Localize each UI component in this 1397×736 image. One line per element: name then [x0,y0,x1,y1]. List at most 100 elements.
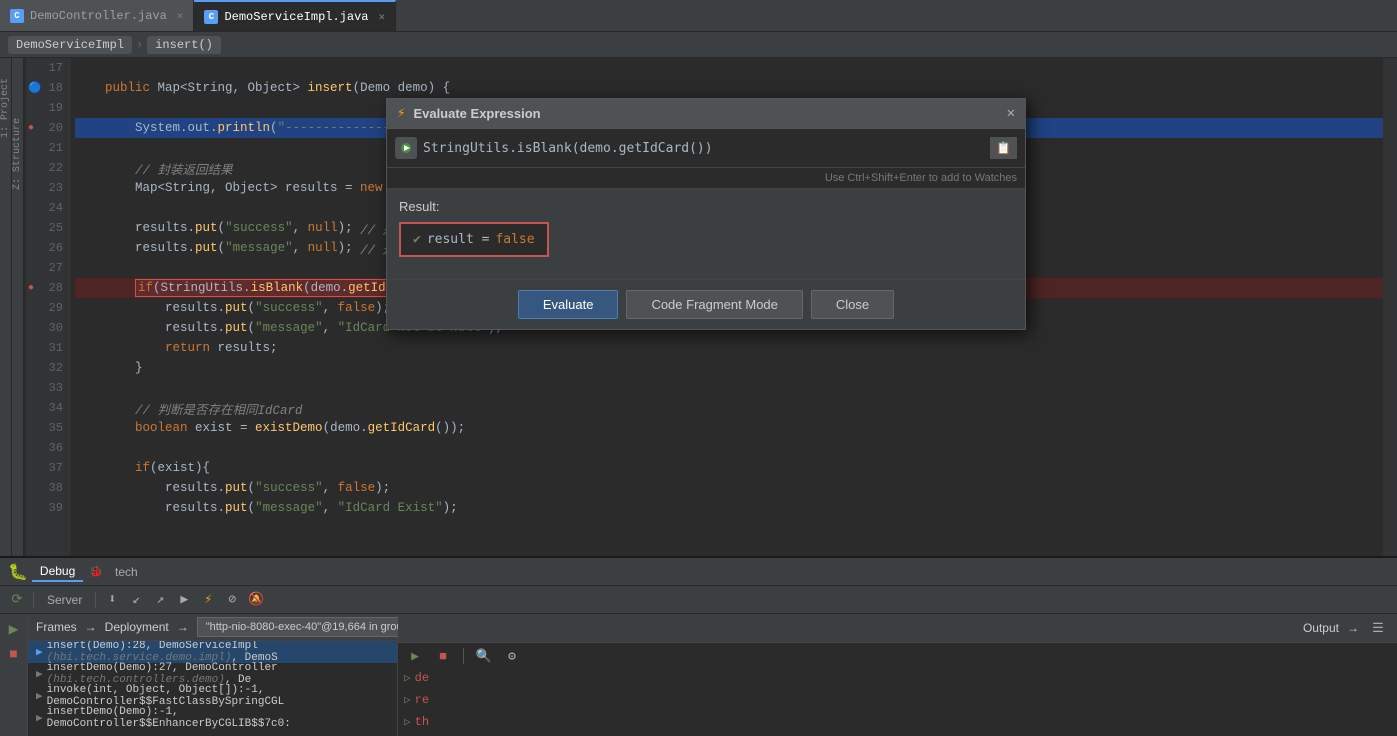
output-arrow: → [1347,621,1359,635]
eval-close-button[interactable]: ✕ [1007,105,1015,122]
toolbar-sep-2 [95,592,96,608]
frame-item-2[interactable]: ▶ invoke(int, Object, Object[]):-1, Demo… [28,685,397,707]
step-out-button[interactable]: ↗ [149,589,171,611]
line-25: 25 [26,218,71,238]
eval-copy-button[interactable]: 📋 [990,137,1017,159]
output-resume-button[interactable]: ▶ [404,645,426,667]
output-text-re: re [415,693,429,707]
output-text-th: th [415,715,429,729]
frame-text-0: insert(Demo):28, DemoServiceImpl (hbi.te… [47,641,389,664]
output-stop-button[interactable]: ■ [432,645,454,667]
filter-options-button[interactable]: ⚙ [501,645,523,667]
debug-icon: 🐛 [8,562,28,582]
error-dot-28: ● [28,283,34,294]
eval-expression-input[interactable] [423,141,984,156]
code-line-35: boolean exist = existDemo(demo.getIdCard… [75,418,1383,438]
right-gutter [1383,58,1397,556]
eval-run-icon [395,137,417,159]
debug-side-toolbar: ▶ ■ [0,614,28,736]
frame-text-3: insertDemo(Demo):-1, DemoController$$Enh… [47,706,389,730]
frame-text-2: invoke(int, Object, Object[]):-1, DemoCo… [47,684,389,708]
line-36: 36 [26,438,71,458]
close-button[interactable]: Close [811,290,894,319]
tab-label-2: DemoServiceImpl.java [224,10,368,24]
debug-tab[interactable]: Debug [32,562,83,582]
output-menu-button[interactable]: ☰ [1367,617,1389,639]
main-area: 1: Project Z: Structure 17 🔵 18 19 ● 20 … [0,58,1397,556]
line-numbers: 17 🔵 18 19 ● 20 21 22 23 24 25 26 27 ● [26,58,71,556]
code-editor[interactable]: 17 🔵 18 19 ● 20 21 22 23 24 25 26 27 ● [26,58,1383,556]
breadcrumb: DemoServiceImpl › insert() [0,32,1397,58]
bottom-panel: 🐛 Debug 🐞 tech ⟳ Server ⬇ ↙ ↗ ▶ ⚡ ⊘ 🔕 ▶ … [0,556,1397,736]
eval-result-icon: ✔ [413,232,421,247]
error-dot-20: ● [28,123,34,134]
eval-dialog-icon: ⚡ [397,105,405,122]
tab-democontroller[interactable]: C DemoController.java ✕ [0,0,194,31]
tab-label-1: DemoController.java [30,9,167,23]
output-label: Output [1303,621,1339,635]
frames-label: Frames [36,620,77,634]
line-37: 37 [26,458,71,478]
step-over-button[interactable]: ⬇ [101,589,123,611]
code-line-31: return results; [75,338,1383,358]
line-28: ● 28 [26,278,71,298]
code-line-39: results.put("message", "IdCard Exist"); [75,498,1383,518]
frame-play-icon-1: ▶ [36,667,43,681]
debug-toolbar: ⟳ Server ⬇ ↙ ↗ ▶ ⚡ ⊘ 🔕 [0,586,1397,614]
output-item-de[interactable]: ▷ de [404,667,1391,689]
output-item-th[interactable]: ▷ th [404,711,1391,733]
evaluate-expression-button[interactable]: ⚡ [197,589,219,611]
eval-input-area: 📋 [387,129,1025,168]
code-line-34: // 判断是否存在相同IdCard [75,398,1383,418]
frames-arrow: → [85,620,97,634]
line-21: 21 [26,138,71,158]
resume-button[interactable]: ▶ [3,618,25,640]
deployment-arrow: → [177,620,189,634]
eval-result-box: ✔ result = false [399,222,549,257]
frame-text-1: insertDemo(Demo):27, DemoController (hbi… [47,662,389,686]
evaluate-button[interactable]: Evaluate [518,290,619,319]
line-17: 17 [26,58,71,78]
eval-result-text: result = [427,232,490,247]
filter-button[interactable]: 🔍 [473,645,495,667]
frame-play-icon-0: ▶ [36,645,43,659]
line-22: 22 [26,158,71,178]
line-18: 🔵 18 [26,78,71,98]
deployment-label: Deployment [105,620,169,634]
code-fragment-button[interactable]: Code Fragment Mode [626,290,802,319]
code-line-38: results.put("success", false); [75,478,1383,498]
left-sidebar: 1: Project [0,58,12,556]
stop-button[interactable]: ■ [3,644,25,666]
line-24: 24 [26,198,71,218]
code-line-18: public Map<String, Object> insert(Demo d… [75,78,1383,98]
toggle-breakpoints-button[interactable]: ⊘ [221,589,243,611]
structure-sidebar: Z: Structure [12,58,24,556]
mute-breakpoints-button[interactable]: 🔕 [245,589,267,611]
code-line-17 [75,58,1383,78]
tab-close-2[interactable]: ✕ [378,10,385,24]
line-31: 31 [26,338,71,358]
breadcrumb-class[interactable]: DemoServiceImpl [8,36,132,54]
step-into-button[interactable]: ↙ [125,589,147,611]
frame-play-icon-2: ▶ [36,689,43,703]
tab-icon-2: C [204,10,218,24]
breadcrumb-method[interactable]: insert() [147,36,221,54]
tech-tab[interactable]: tech [107,563,146,581]
tab-close-1[interactable]: ✕ [177,9,184,23]
line-34: 34 [26,398,71,418]
output-list: ▶ ■ 🔍 ⚙ ▷ de ▷ re ▷ th [398,643,1397,736]
frame-item-0[interactable]: ▶ insert(Demo):28, DemoServiceImpl (hbi.… [28,641,397,663]
restart-button[interactable]: ⟳ [6,589,28,611]
breadcrumb-sep: › [136,38,143,52]
debug-icon-small: 🐞 [89,565,103,579]
frame-item-3[interactable]: ▶ insertDemo(Demo):-1, DemoController$$E… [28,707,397,729]
tab-demoserviceimpl[interactable]: C DemoServiceImpl.java ✕ [194,0,396,31]
output-icon-re: ▷ [404,693,411,707]
evaluate-expression-dialog: ⚡ Evaluate Expression ✕ 📋 Use Ctrl+Shift… [386,98,1026,330]
run-to-cursor-button[interactable]: ▶ [173,589,195,611]
output-item-re[interactable]: ▷ re [404,689,1391,711]
frame-item-1[interactable]: ▶ insertDemo(Demo):27, DemoController (h… [28,663,397,685]
tab-bar: C DemoController.java ✕ C DemoServiceImp… [0,0,1397,32]
line-27: 27 [26,258,71,278]
output-text-de: de [415,671,429,685]
